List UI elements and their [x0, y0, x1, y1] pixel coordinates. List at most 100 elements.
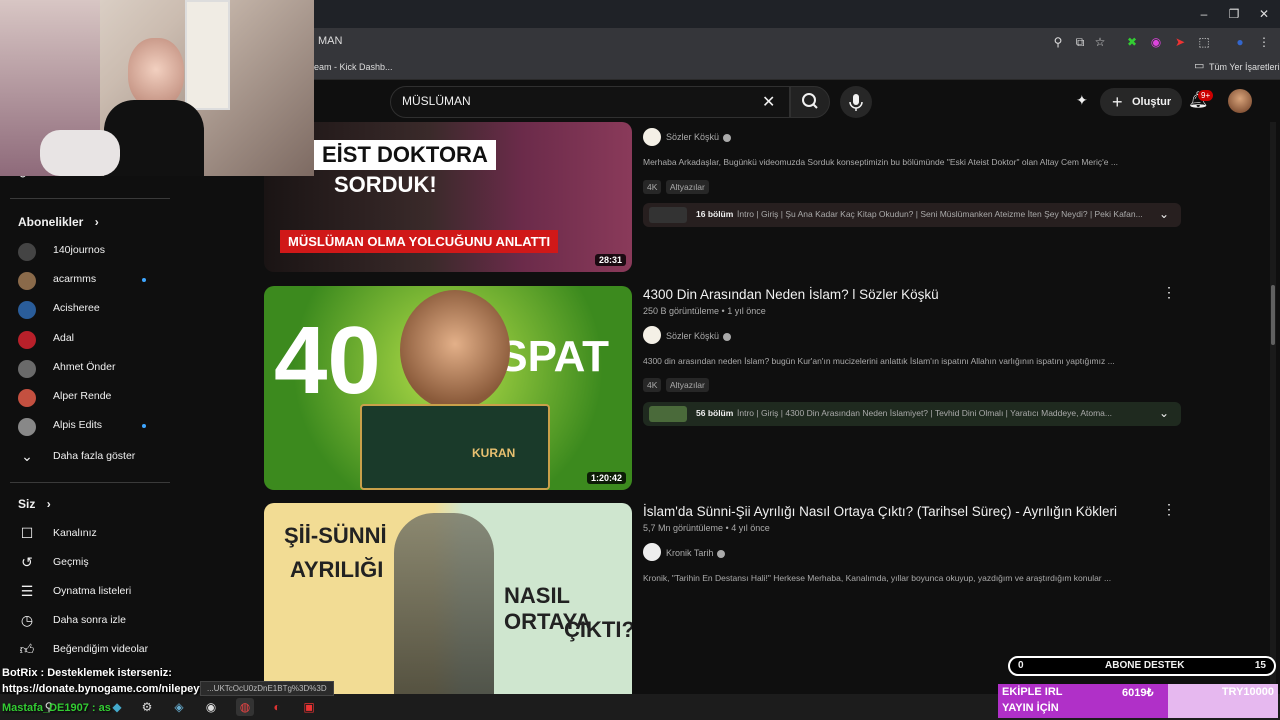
sidebar-item-subscription[interactable]: Ahmet Önder — [0, 354, 170, 382]
sidebar-item-subscription[interactable]: Alpis Edits — [0, 412, 170, 440]
channel-avatar — [18, 418, 36, 437]
notification-badge: 9+ — [1198, 90, 1214, 101]
new-content-dot — [142, 278, 146, 283]
steam-icon[interactable]: ◈ — [170, 698, 188, 716]
sidebar-item-watch-later[interactable]: ◷ Daha sonra izle — [0, 607, 170, 635]
thumb-text: EİST DOKTORA — [314, 140, 496, 170]
video-thumbnail[interactable]: Şİİ-SÜNNİ AYRILIĞI NASIL ORTAYA ÇIKTI? — [264, 503, 632, 694]
goal-start: 0 — [1018, 660, 1024, 671]
video-duration: 28:31 — [594, 254, 626, 266]
obs-icon[interactable]: ◉ — [202, 698, 220, 716]
thumb-text: AYRILIĞI — [290, 557, 384, 582]
donation-target: TRY10000 — [1168, 684, 1278, 718]
folder-icon: ▭ — [1194, 60, 1205, 72]
create-button[interactable]: + Oluştur — [1100, 88, 1182, 116]
voice-search-button[interactable] — [840, 86, 872, 118]
app-icon[interactable]: ▣ — [300, 698, 318, 716]
you-heading[interactable]: Siz › — [18, 497, 51, 511]
thumb-text: SORDUK! — [334, 172, 437, 197]
extensions-puzzle-icon[interactable]: ⬚ — [1196, 34, 1212, 50]
thumb-text: MÜSLÜMAN OLMA YOLCUĞUNU ANLATTI — [280, 230, 559, 253]
sidebar-item-label: acarmms — [53, 273, 97, 286]
verified-icon — [717, 549, 726, 558]
sidebar-item-label: Oynatma listeleri — [53, 585, 132, 597]
tag-4k: 4K — [643, 378, 662, 392]
subscriber-goal-bar: 0 ABONE DESTEK 15 — [1008, 656, 1276, 676]
channel-name[interactable]: Kronik Tarih — [666, 548, 726, 558]
sidebar-item-history[interactable]: ↺ Geçmiş — [0, 549, 170, 577]
subscriptions-heading[interactable]: Abonelikler › — [18, 215, 99, 229]
bookmark-star-icon[interactable]: ☆ — [1092, 34, 1108, 50]
sidebar-item-subscription[interactable]: 140journos — [0, 237, 170, 265]
sidebar-item-label: Geçmiş — [53, 556, 89, 568]
video-thumbnail[interactable]: 40 İSPAT KURAN 1:20:42 — [264, 286, 632, 490]
channel-avatar[interactable] — [643, 543, 661, 561]
sidebar-item-label: Daha sonra izle — [53, 614, 126, 626]
more-options-icon[interactable]: ⋮ — [1162, 501, 1176, 518]
settings-gear-icon[interactable]: ⚙ — [138, 698, 156, 716]
chapters-count: 56 bölüm — [696, 408, 734, 418]
sidebar-item-label: Adal — [53, 331, 75, 344]
sidebar-item-subscription[interactable]: Alper Rende — [0, 383, 170, 411]
video-title[interactable]: 4300 Din Arasından Neden İslam? l Sözler… — [643, 287, 939, 302]
goal-end: 15 — [1254, 660, 1266, 671]
playlist-icon: ☰ — [20, 583, 34, 599]
sidebar-item-subscription[interactable]: Adal — [0, 325, 170, 353]
chevron-down-icon[interactable]: ⌄ — [1159, 406, 1169, 420]
tag-subtitles: Altyazılar — [665, 180, 709, 194]
extension-icon[interactable]: ◉ — [1148, 34, 1164, 50]
clear-search-icon[interactable]: ✕ — [762, 92, 775, 112]
channel-icon: ☐ — [20, 525, 34, 541]
clock-icon: ◷ — [20, 612, 34, 628]
video-title[interactable]: İslam'da Sünni-Şii Ayrılığı Nasıl Ortaya… — [643, 504, 1117, 519]
search-query[interactable]: MÜSLÜMAN — [402, 94, 471, 108]
new-content-dot — [142, 424, 146, 429]
app-icon[interactable]: ◐ — [268, 698, 286, 716]
install-icon[interactable]: ⧉ — [1072, 34, 1088, 50]
blanket-image — [40, 130, 120, 176]
sidebar-item-subscription[interactable]: Acisheree — [0, 295, 170, 323]
zoom-icon[interactable]: ⚲ — [1050, 34, 1066, 50]
chevron-down-icon[interactable]: ⌄ — [1159, 207, 1169, 221]
sidebar-item-label: Ahmet Önder — [53, 360, 116, 373]
streamer-body — [104, 100, 204, 176]
video-meta: 5,7 Mn görüntüleme • 4 yıl önce — [643, 523, 770, 533]
profile-icon[interactable]: ● — [1232, 34, 1248, 50]
sidebar-item-liked-videos[interactable]: 👍︎ Beğendiğim videolar — [0, 636, 170, 664]
sidebar-item-your-channel[interactable]: ☐ Kanalınız — [0, 520, 170, 548]
chapters-bar[interactable]: 16 bölüm İntro | Giriş | Şu Ana Kadar Ka… — [643, 203, 1181, 227]
channel-avatar[interactable] — [643, 326, 661, 344]
all-bookmarks-link[interactable]: Tüm Yer İşaretleri — [1209, 62, 1280, 72]
chapters-bar[interactable]: 56 bölüm İntro | Giriş | 4300 Din Arasın… — [643, 402, 1181, 426]
close-window-icon[interactable]: ✕ — [1256, 6, 1272, 22]
sidebar-item-playlists[interactable]: ☰ Oynatma listeleri — [0, 578, 170, 606]
more-options-icon[interactable]: ⋮ — [1162, 284, 1176, 301]
channel-name[interactable]: Sözler Köşkü — [666, 331, 732, 341]
thumb-text: KURAN — [472, 446, 516, 460]
chevron-right-icon: › — [94, 215, 99, 229]
search-button[interactable] — [790, 86, 830, 118]
thumb-text: ÇIKTI? — [564, 617, 632, 642]
show-more-button[interactable]: ⌄ Daha fazla göster — [0, 443, 170, 471]
extension-x-icon[interactable]: ✖ — [1124, 34, 1140, 50]
search-icon — [802, 93, 818, 109]
bookmark-item[interactable]: eam - Kick Dashb... — [314, 62, 393, 72]
scrollbar-track[interactable] — [1270, 122, 1276, 694]
url-text[interactable]: MAN — [318, 35, 342, 47]
studio-icon[interactable]: ✦ — [1076, 92, 1088, 109]
minimize-icon[interactable]: – — [1196, 6, 1212, 22]
verified-icon — [723, 332, 732, 341]
scrollbar-thumb[interactable] — [1271, 285, 1275, 345]
account-avatar[interactable] — [1228, 89, 1252, 113]
chapters-text: İntro | Giriş | 4300 Din Arasından Neden… — [737, 408, 1112, 418]
channel-name[interactable]: Sözler Köşkü — [666, 132, 732, 142]
extension-red-icon[interactable]: ➤ — [1172, 34, 1188, 50]
sidebar-item-subscription[interactable]: acarmms — [0, 266, 170, 294]
video-thumbnail[interactable]: EİST DOKTORA SORDUK! MÜSLÜMAN OLMA YOLCU… — [264, 122, 632, 272]
video-description: Kronik, "Tarihin En Destansı Hali!" Herk… — [643, 573, 1112, 583]
browser-menu-icon[interactable]: ⋮ — [1256, 34, 1272, 50]
chevron-right-icon: › — [46, 497, 51, 511]
chrome-icon[interactable]: ◍ — [236, 698, 254, 716]
restore-icon[interactable]: ❐ — [1226, 6, 1242, 22]
channel-avatar[interactable] — [643, 128, 661, 146]
